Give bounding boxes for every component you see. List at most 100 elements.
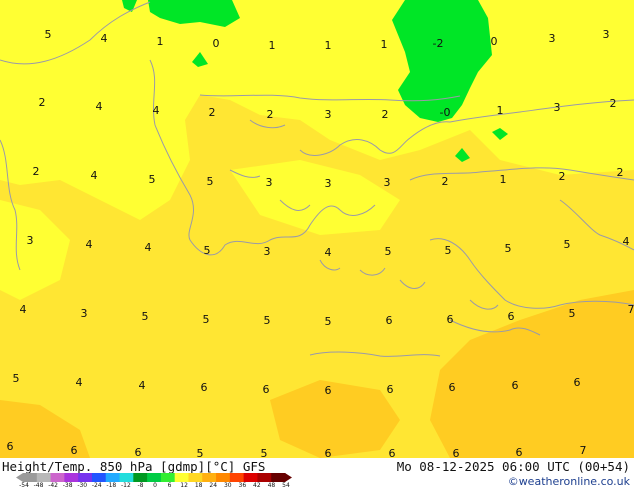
temperature-label: 6	[386, 314, 393, 327]
temperature-label: 5	[385, 245, 392, 258]
temperature-label: 2	[39, 96, 46, 109]
temperature-label: 5	[142, 310, 149, 323]
temperature-label: 5	[207, 175, 214, 188]
temperature-label: 6	[389, 447, 396, 458]
temperature-label: 6	[201, 381, 208, 394]
colorbar-tick-label: -38	[62, 482, 73, 489]
temperature-label: 4	[76, 376, 83, 389]
colorbar	[16, 473, 292, 482]
colorbar-segment	[243, 473, 258, 482]
temperature-label: 6	[325, 384, 332, 397]
colorbar-tick-label: 6	[167, 482, 172, 489]
temperature-label: 3	[384, 176, 391, 189]
temperature-label: 2	[617, 166, 624, 179]
temperature-label: 5	[149, 173, 156, 186]
temperature-label: 1	[269, 39, 276, 52]
temperature-label: 5	[564, 238, 571, 251]
colorbar-tick-label: 18	[194, 482, 203, 489]
temperature-label: -2	[433, 37, 444, 50]
temperature-label: 2	[33, 165, 40, 178]
colorbar-tick-label: 30	[223, 482, 232, 489]
temperature-label: 2	[382, 108, 389, 121]
temperature-label: 3	[325, 108, 332, 121]
temperature-label: 1	[157, 35, 164, 48]
temperature-label: 5	[505, 242, 512, 255]
temperature-label: 6	[516, 446, 523, 458]
temperature-label: 5	[45, 28, 52, 41]
colorbar-tick-label: 54	[282, 482, 290, 489]
credit-link[interactable]: ©weatheronline.co.uk	[508, 475, 630, 488]
colorbar-segment	[23, 473, 38, 482]
temperature-label: 4	[20, 303, 27, 316]
temperature-label: 5	[325, 315, 332, 328]
temperature-label: 4	[101, 32, 108, 45]
colorbar-tick-label: 24	[209, 482, 218, 489]
colorbar-right-arrow	[285, 473, 292, 482]
colorbar-segment	[36, 473, 52, 482]
temperature-label: 3	[554, 101, 561, 114]
temperature-label: 4	[145, 241, 152, 254]
colorbar-segment	[105, 473, 121, 482]
colorbar-segment	[229, 473, 245, 482]
temperature-label: 6	[263, 383, 270, 396]
temperature-label: 0	[213, 37, 220, 50]
colorbar-tick-label: 12	[180, 482, 188, 489]
temperature-label: 5	[264, 314, 271, 327]
temperature-label: 0	[491, 35, 498, 48]
colorbar-tick-label: -18	[106, 482, 117, 489]
temperature-label: 4	[325, 246, 332, 259]
temperature-label: 6	[512, 379, 519, 392]
temperature-label: 5	[445, 244, 452, 257]
colorbar-segment	[91, 473, 107, 482]
temperature-label: 3	[81, 307, 88, 320]
temperature-label: 6	[508, 310, 515, 323]
colorbar-tick-label: -54	[19, 482, 29, 489]
temperature-label: 6	[387, 383, 394, 396]
colorbar-segment	[160, 473, 176, 482]
temperature-label: 1	[381, 38, 388, 51]
temperature-label: 4	[623, 235, 630, 248]
colorbar-segment	[216, 473, 231, 482]
temperature-label: 6	[574, 376, 581, 389]
colorbar-segment	[64, 473, 79, 482]
colorbar-segment	[174, 473, 189, 482]
temperature-label: 3	[27, 234, 34, 247]
colorbar-tick-label: -12	[120, 482, 131, 489]
temperature-label: 2	[610, 97, 617, 110]
colorbar-tick-label: 42	[253, 482, 261, 489]
colorbar-tick-label: -42	[48, 482, 59, 489]
temperature-label: 2	[209, 106, 216, 119]
temperature-label: 7	[580, 444, 587, 457]
colorbar-left-arrow	[16, 473, 23, 482]
colorbar-segment	[202, 473, 217, 482]
temperature-label: 5	[13, 372, 20, 385]
colorbar-tick-label: -48	[33, 482, 44, 489]
temperature-label: 2	[267, 108, 274, 121]
temperature-label: 5	[197, 447, 204, 458]
temperature-label: 3	[603, 28, 610, 41]
temperature-label: 5	[204, 244, 211, 257]
temperature-label: 2	[559, 170, 566, 183]
chart-title: Height/Temp. 850 hPa [gdmp][°C] GFS	[2, 459, 266, 474]
temperature-label: 4	[139, 379, 146, 392]
colorbar-ticks: -54 -48 -42 -38 -30 -24 -18 -12 -8 0 6 12 18 24 30 36 42…	[18, 482, 294, 490]
colorbar-segment	[78, 473, 93, 482]
colorbar-segment	[147, 473, 162, 482]
temperature-label: 1	[497, 104, 504, 117]
temperature-label: 3	[549, 32, 556, 45]
temperature-label: 6	[447, 313, 454, 326]
colorbar-segment	[119, 473, 134, 482]
colorbar-tick-label: 48	[267, 482, 276, 489]
temperature-label: 3	[325, 177, 332, 190]
temperature-label: 6	[7, 440, 14, 453]
temperature-label: -0	[440, 106, 451, 119]
temperature-label: 4	[86, 238, 93, 251]
colorbar-segment	[133, 473, 148, 482]
temperature-label: 6	[453, 447, 460, 458]
temperature-label: 5	[203, 313, 210, 326]
temperature-label: 1	[325, 39, 332, 52]
colorbar-segment	[188, 473, 203, 482]
colorbar-tick-label: -8	[137, 482, 144, 489]
temperature-label: 6	[449, 381, 456, 394]
colorbar-tick-label: -24	[91, 482, 102, 489]
